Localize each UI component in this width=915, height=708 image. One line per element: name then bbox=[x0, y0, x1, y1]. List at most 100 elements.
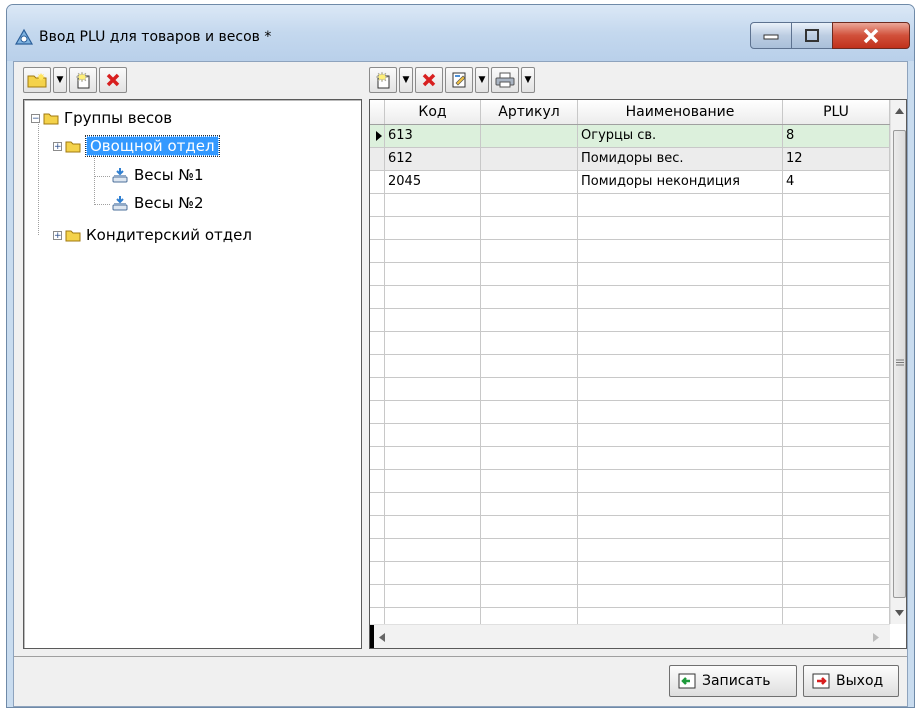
cell-name[interactable] bbox=[578, 562, 783, 584]
cell-code[interactable] bbox=[385, 217, 481, 239]
vertical-scrollbar[interactable] bbox=[890, 100, 906, 624]
edit-record-button[interactable] bbox=[445, 67, 473, 93]
cell-code[interactable] bbox=[385, 309, 481, 331]
cell-plu[interactable] bbox=[783, 309, 890, 331]
cell-name[interactable] bbox=[578, 286, 783, 308]
table-row[interactable] bbox=[370, 493, 890, 516]
cell-name[interactable]: Помидоры вес. bbox=[578, 148, 783, 170]
cell-code[interactable] bbox=[385, 378, 481, 400]
new-folder-button[interactable] bbox=[23, 67, 51, 93]
table-row[interactable] bbox=[370, 401, 890, 424]
cell-code[interactable]: 613 bbox=[385, 125, 481, 147]
cell-article[interactable] bbox=[481, 148, 578, 170]
tree-scale-2[interactable]: Весы №2 bbox=[111, 192, 204, 214]
tree-group-confectionery[interactable]: + Кондитерский отдел bbox=[53, 224, 252, 246]
cell-code[interactable] bbox=[385, 263, 481, 285]
cell-code[interactable] bbox=[385, 585, 481, 607]
cell-code[interactable] bbox=[385, 539, 481, 561]
cell-article[interactable] bbox=[481, 539, 578, 561]
scroll-left-icon[interactable] bbox=[379, 633, 385, 642]
cell-code[interactable] bbox=[385, 332, 481, 354]
cell-name[interactable] bbox=[578, 263, 783, 285]
close-button[interactable] bbox=[832, 22, 910, 49]
cell-plu[interactable] bbox=[783, 194, 890, 216]
table-row[interactable] bbox=[370, 516, 890, 539]
scroll-right-icon[interactable] bbox=[873, 633, 879, 642]
cell-plu[interactable] bbox=[783, 263, 890, 285]
cell-code[interactable]: 612 bbox=[385, 148, 481, 170]
plu-grid[interactable]: Код Артикул Наименование PLU 613 Огурцы с… bbox=[369, 99, 907, 649]
cell-plu[interactable] bbox=[783, 401, 890, 423]
scroll-down-icon[interactable] bbox=[895, 610, 904, 616]
column-header-name[interactable]: Наименование bbox=[578, 100, 783, 124]
cell-plu[interactable] bbox=[783, 516, 890, 538]
cell-plu[interactable] bbox=[783, 332, 890, 354]
table-row[interactable]: 613 Огурцы св. 8 bbox=[370, 125, 890, 148]
cell-article[interactable] bbox=[481, 493, 578, 515]
horizontal-scrollbar[interactable] bbox=[370, 624, 890, 648]
table-row[interactable] bbox=[370, 539, 890, 562]
cell-plu[interactable]: 8 bbox=[783, 125, 890, 147]
cell-code[interactable] bbox=[385, 493, 481, 515]
cell-article[interactable] bbox=[481, 240, 578, 262]
cell-article[interactable] bbox=[481, 562, 578, 584]
cell-article[interactable] bbox=[481, 355, 578, 377]
cell-plu[interactable]: 12 bbox=[783, 148, 890, 170]
cell-name[interactable] bbox=[578, 539, 783, 561]
cell-plu[interactable] bbox=[783, 217, 890, 239]
cell-plu[interactable] bbox=[783, 585, 890, 607]
cell-name[interactable] bbox=[578, 424, 783, 446]
cell-article[interactable] bbox=[481, 378, 578, 400]
collapse-icon[interactable]: − bbox=[31, 113, 40, 123]
cell-code[interactable] bbox=[385, 355, 481, 377]
cell-name[interactable]: Огурцы св. bbox=[578, 125, 783, 147]
cell-code[interactable] bbox=[385, 401, 481, 423]
cell-name[interactable] bbox=[578, 585, 783, 607]
print-dropdown[interactable]: ▼ bbox=[521, 67, 535, 93]
print-button[interactable] bbox=[491, 67, 519, 93]
cell-name[interactable] bbox=[578, 493, 783, 515]
table-row[interactable] bbox=[370, 332, 890, 355]
table-row[interactable] bbox=[370, 240, 890, 263]
cell-name[interactable] bbox=[578, 355, 783, 377]
cell-article[interactable] bbox=[481, 424, 578, 446]
expand-icon[interactable]: + bbox=[53, 141, 62, 151]
table-row[interactable] bbox=[370, 194, 890, 217]
column-header-article[interactable]: Артикул bbox=[481, 100, 578, 124]
new-folder-dropdown[interactable]: ▼ bbox=[53, 67, 67, 93]
table-row[interactable] bbox=[370, 562, 890, 585]
table-row[interactable] bbox=[370, 309, 890, 332]
add-record-button[interactable] bbox=[369, 67, 397, 93]
cell-article[interactable] bbox=[481, 516, 578, 538]
cell-code[interactable] bbox=[385, 470, 481, 492]
cell-article[interactable] bbox=[481, 217, 578, 239]
delete-record-button[interactable] bbox=[415, 67, 443, 93]
cell-plu[interactable] bbox=[783, 355, 890, 377]
cell-plu[interactable] bbox=[783, 286, 890, 308]
scrollbar-thumb[interactable] bbox=[893, 130, 906, 598]
cell-article[interactable] bbox=[481, 401, 578, 423]
cell-name[interactable] bbox=[578, 401, 783, 423]
delete-button[interactable] bbox=[99, 67, 127, 93]
maximize-button[interactable] bbox=[791, 22, 833, 49]
cell-name[interactable] bbox=[578, 378, 783, 400]
table-row[interactable] bbox=[370, 263, 890, 286]
table-row[interactable]: 2045 Помидоры некондиция 4 bbox=[370, 171, 890, 194]
tree-root[interactable]: − Группы весов bbox=[31, 107, 172, 129]
table-row[interactable]: 612 Помидоры вес. 12 bbox=[370, 148, 890, 171]
cell-article[interactable] bbox=[481, 263, 578, 285]
tree-group-vegetable[interactable]: + Овощной отдел bbox=[53, 135, 220, 157]
cell-code[interactable] bbox=[385, 194, 481, 216]
cell-article[interactable] bbox=[481, 194, 578, 216]
table-row[interactable] bbox=[370, 447, 890, 470]
cell-name[interactable] bbox=[578, 309, 783, 331]
table-row[interactable] bbox=[370, 355, 890, 378]
cell-plu[interactable] bbox=[783, 470, 890, 492]
cell-plu[interactable] bbox=[783, 378, 890, 400]
cell-code[interactable] bbox=[385, 286, 481, 308]
table-row[interactable] bbox=[370, 217, 890, 240]
cell-name[interactable] bbox=[578, 194, 783, 216]
cell-article[interactable] bbox=[481, 332, 578, 354]
cell-plu[interactable] bbox=[783, 562, 890, 584]
cell-article[interactable] bbox=[481, 171, 578, 193]
